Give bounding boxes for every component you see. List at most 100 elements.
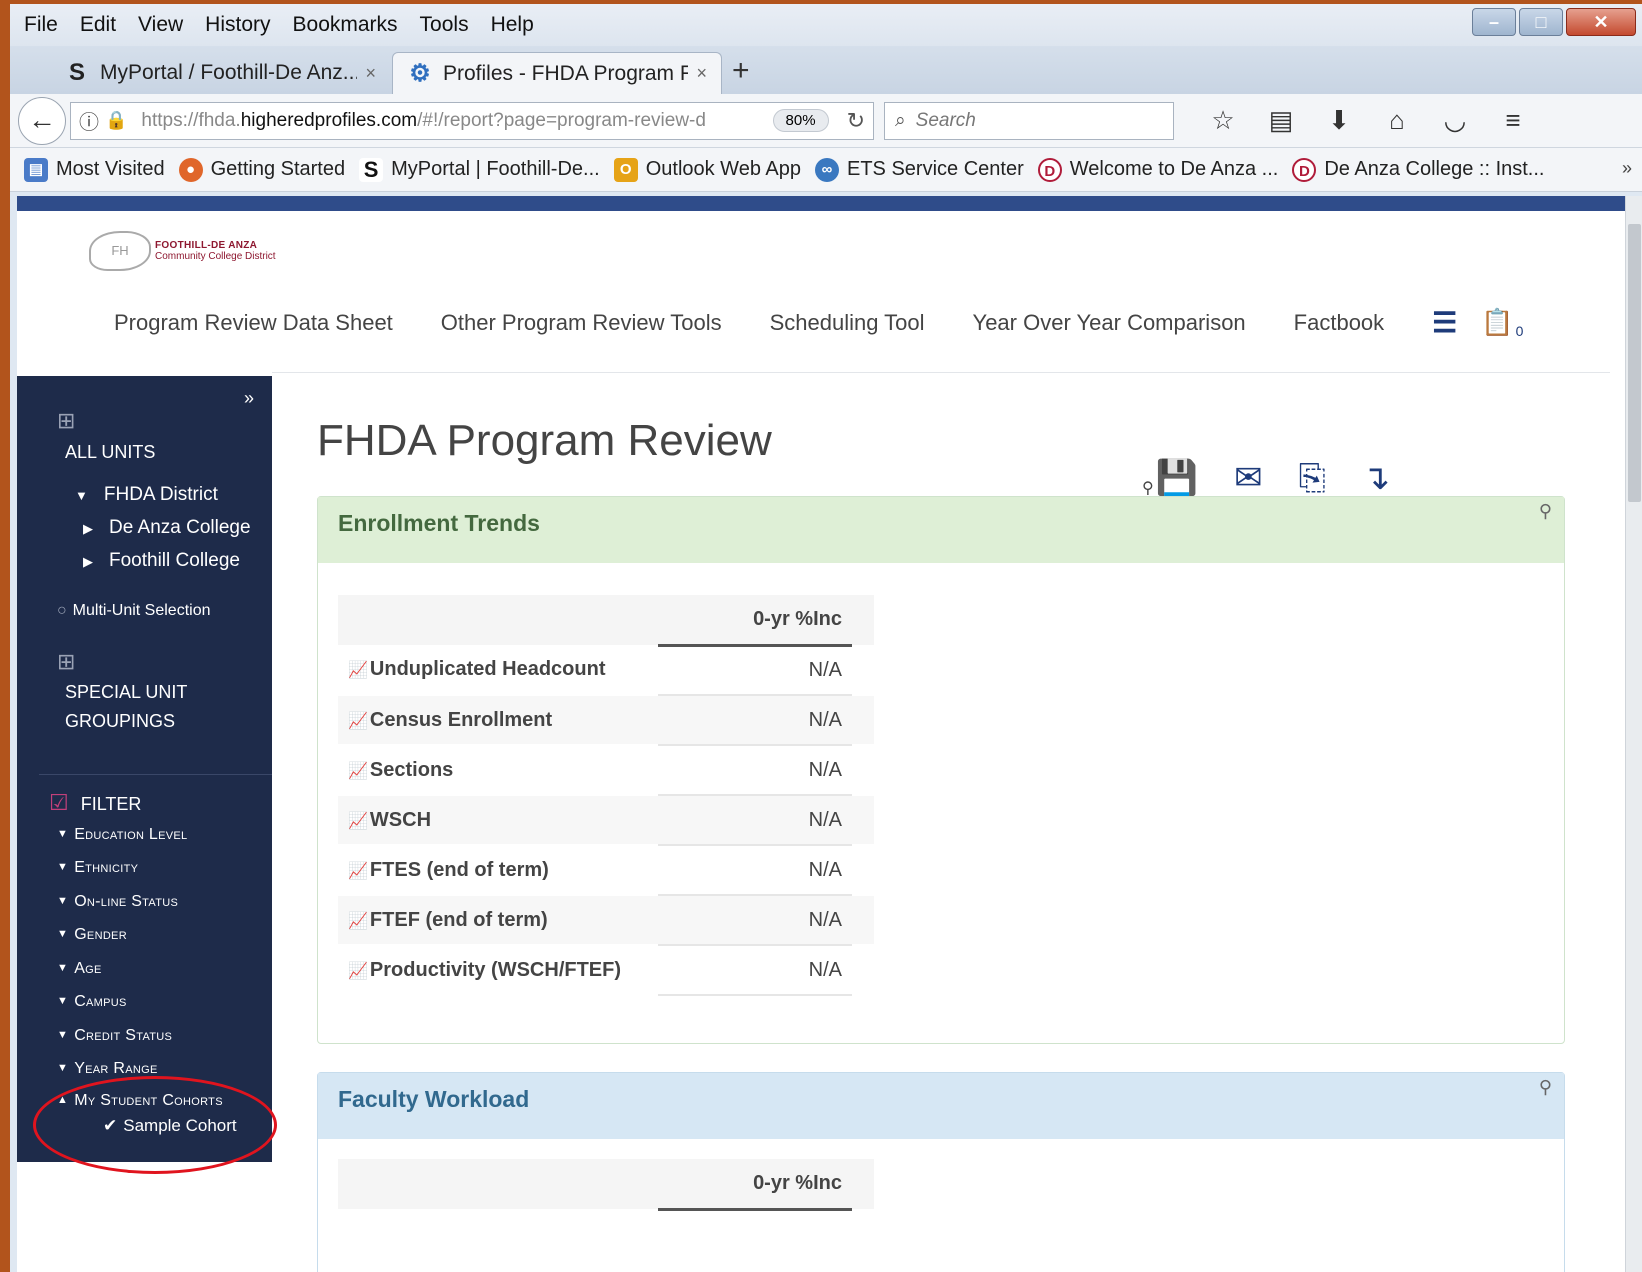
menu-tools[interactable]: Tools [420, 13, 469, 37]
row-value: N/A [658, 645, 852, 696]
tab-title: Profiles - FHDA Program R... [443, 61, 689, 85]
clipboard-icon[interactable]: 📋 [1481, 307, 1513, 338]
radio-icon: ○ [57, 602, 67, 619]
save-icon[interactable]: 💾 [1156, 458, 1198, 498]
trend-chart-icon[interactable]: 📈 [348, 763, 368, 780]
filter-online-status[interactable]: ▼ On-line Status [57, 893, 178, 911]
row-label[interactable]: 📈 FTES (end of term) [338, 845, 658, 896]
zoom-indicator[interactable]: 80% [772, 109, 829, 132]
download-icon[interactable]: ⬇ [1310, 105, 1368, 136]
multi-unit-selection[interactable]: ○ Multi-Unit Selection [57, 602, 211, 620]
pin-icon[interactable]: ⚲ [1539, 501, 1552, 522]
panel-title: Enrollment Trends [318, 497, 1564, 563]
menu-history[interactable]: History [205, 13, 270, 37]
filter-ethnicity[interactable]: ▼ Ethnicity [57, 859, 138, 877]
menu-help[interactable]: Help [491, 13, 534, 37]
workload-table: 0-yr %Inc [338, 1159, 874, 1211]
nav-other-program-review-tools[interactable]: Other Program Review Tools [441, 310, 722, 336]
row-label[interactable]: 📈 WSCH [338, 795, 658, 846]
special-unit-label-2[interactable]: GROUPINGS [65, 711, 175, 732]
menu-bookmarks[interactable]: Bookmarks [293, 13, 398, 37]
trend-chart-icon[interactable]: 📈 [348, 662, 368, 679]
nav-program-review-data-sheet[interactable]: Program Review Data Sheet [114, 310, 393, 336]
tree-item-foothill[interactable]: ▶ Foothill College [83, 550, 240, 572]
filter-header[interactable]: ☑ FILTER [49, 790, 141, 816]
pdf-icon[interactable]: ⎘ [1299, 459, 1326, 498]
pin-icon[interactable]: ⚲ [1539, 1077, 1552, 1098]
tree-item-deanza[interactable]: ▶ De Anza College [83, 517, 251, 539]
collapse-sidebar-icon[interactable]: » [244, 388, 254, 409]
address-bar[interactable]: ⓘ 🔒 https://fhda.higheredprofiles.com/#!… [70, 101, 874, 140]
info-icon[interactable]: ⓘ [79, 106, 99, 135]
tab-myportal[interactable]: S MyPortal / Foothill-De Anz... × [50, 52, 390, 94]
bookmark-welcome-deanza[interactable]: D Welcome to De Anza ... [1037, 157, 1278, 182]
row-label[interactable]: 📈 FTEF (end of term) [338, 895, 658, 946]
row-label[interactable]: 📈 Sections [338, 745, 658, 796]
bookmark-ets[interactable]: ∞ ETS Service Center [815, 157, 1024, 182]
district-logo[interactable]: FH FOOTHILL-DE ANZA Community College Di… [89, 231, 276, 271]
bookmark-star-icon[interactable]: ☆ [1194, 105, 1252, 136]
pin-icon[interactable]: ⚲ [1142, 478, 1154, 498]
pocket-icon[interactable]: ◡ [1426, 105, 1484, 136]
nav-year-over-year[interactable]: Year Over Year Comparison [973, 310, 1246, 336]
vertical-scrollbar[interactable] [1625, 196, 1642, 1272]
hamburger-menu-icon[interactable]: ≡ [1484, 105, 1542, 136]
tab-profiles[interactable]: ⚙ Profiles - FHDA Program R... × [392, 52, 722, 94]
bookmark-outlook[interactable]: O Outlook Web App [613, 157, 801, 182]
export-icon[interactable]: ↴ [1362, 458, 1391, 498]
row-label[interactable]: 📈 Unduplicated Headcount [338, 645, 658, 696]
deanza-icon: D [1037, 157, 1062, 182]
table-row: 📈 WSCH N/A [338, 795, 874, 846]
filter-age[interactable]: ▼ Age [57, 960, 102, 978]
back-button[interactable]: ← [18, 96, 66, 145]
chevron-down-icon: ▼ [57, 1029, 69, 1041]
menu-bar: File Edit View History Bookmarks Tools H… [10, 4, 1642, 46]
more-bookmarks-icon[interactable]: » [1622, 158, 1632, 179]
special-unit-label-1[interactable]: SPECIAL UNIT [65, 682, 187, 703]
scrollbar-thumb[interactable] [1628, 224, 1641, 502]
maximize-button[interactable]: □ [1519, 8, 1563, 36]
menu-file[interactable]: File [24, 13, 58, 37]
filter-campus[interactable]: ▼ Campus [57, 993, 127, 1011]
reading-list-icon[interactable]: ▤ [1252, 105, 1310, 136]
trend-chart-icon[interactable]: 📈 [348, 713, 368, 730]
trend-chart-icon[interactable]: 📈 [348, 813, 368, 830]
page-title: FHDA Program Review [317, 416, 772, 465]
table-row: 📈 Sections N/A [338, 745, 874, 796]
column-header[interactable]: 0-yr %Inc [658, 1159, 852, 1211]
bookmark-getting-started[interactable]: ● Getting Started [178, 157, 345, 182]
chevron-down-icon: ▼ [57, 1062, 69, 1074]
filter-education-level[interactable]: ▼ Education Level [57, 826, 187, 844]
email-icon[interactable]: ✉ [1234, 458, 1263, 498]
nav-factbook[interactable]: Factbook [1294, 310, 1385, 336]
nav-scheduling-tool[interactable]: Scheduling Tool [770, 310, 925, 336]
chevron-down-icon: ▼ [57, 995, 69, 1007]
home-icon[interactable]: ⌂ [1368, 105, 1426, 136]
row-label[interactable]: 📈 Productivity (WSCH/FTEF) [338, 945, 658, 996]
search-input[interactable]: ⌕ Search [884, 101, 1174, 140]
all-units-label[interactable]: ALL UNITS [65, 442, 155, 463]
menu-view[interactable]: View [138, 13, 183, 37]
gear-icon: ⚙ [409, 59, 431, 87]
close-tab-icon[interactable]: × [365, 63, 376, 84]
column-header[interactable]: 0-yr %Inc [658, 595, 852, 647]
bookmark-myportal[interactable]: S MyPortal | Foothill-De... [359, 157, 600, 182]
trend-chart-icon[interactable]: 📈 [348, 963, 368, 980]
tree-item-fhda-district[interactable]: ▼ FHDA District [75, 484, 218, 506]
minimize-button[interactable]: – [1472, 8, 1516, 36]
trend-chart-icon[interactable]: 📈 [348, 913, 368, 930]
bookmark-deanza-inst[interactable]: D De Anza College :: Inst... [1292, 157, 1544, 182]
reload-icon[interactable]: ↻ [847, 108, 865, 134]
trend-chart-icon[interactable]: 📈 [348, 863, 368, 880]
close-window-button[interactable]: ✕ [1566, 8, 1636, 36]
close-tab-icon[interactable]: × [696, 63, 707, 84]
header-stripe [17, 196, 1625, 211]
menu-icon[interactable]: ☰ [1432, 306, 1457, 339]
filter-gender[interactable]: ▼ Gender [57, 926, 127, 944]
bookmark-most-visited[interactable]: ▤ Most Visited [24, 157, 165, 182]
new-tab-button[interactable]: + [732, 54, 750, 88]
menu-edit[interactable]: Edit [80, 13, 116, 37]
filter-credit-status[interactable]: ▼ Credit Status [57, 1027, 172, 1045]
table-row: 📈 FTEF (end of term) N/A [338, 895, 874, 946]
row-label[interactable]: 📈 Census Enrollment [338, 695, 658, 746]
